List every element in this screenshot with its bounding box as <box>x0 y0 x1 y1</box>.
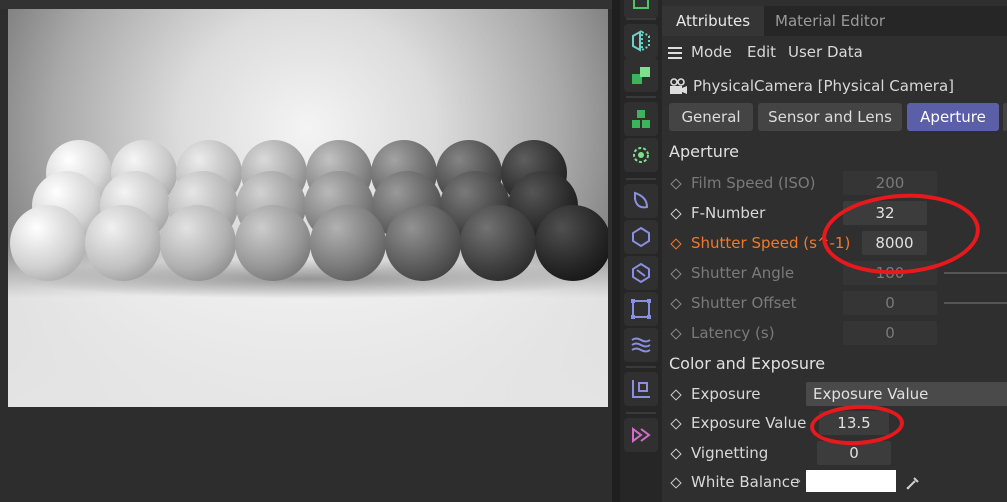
label-exposure-value: Exposure Value <box>691 414 807 432</box>
sphere <box>160 205 236 281</box>
page-buttons: General Sensor and Lens Aperture <box>662 103 1007 131</box>
white-balance-swatch[interactable] <box>806 470 896 492</box>
cube-green-icon[interactable] <box>624 58 658 92</box>
page-general[interactable]: General <box>669 103 753 131</box>
keyframe-diamond-icon[interactable] <box>670 178 682 190</box>
side-toolbar <box>620 0 662 502</box>
label-shutter-speed: Shutter Speed (s^-1) <box>691 234 851 252</box>
row-white-balance: White Balance › <box>662 468 1007 496</box>
toolbar-separator <box>626 178 656 180</box>
page-overflow[interactable] <box>1003 103 1007 131</box>
row-shutter-speed: Shutter Speed (s^-1) 8000 <box>662 229 1007 257</box>
object-name: PhysicalCamera [Physical Camera] <box>693 77 955 95</box>
tab-attributes[interactable]: Attributes <box>662 6 765 36</box>
sphere <box>535 205 608 281</box>
label-white-balance: White Balance <box>691 473 800 491</box>
viewport-area[interactable] <box>0 0 612 502</box>
menu-user-data[interactable]: User Data <box>788 38 863 66</box>
wave-icon[interactable] <box>624 328 658 362</box>
section-aperture: Aperture <box>669 142 740 161</box>
tab-material-editor[interactable]: Material Editor <box>761 6 899 36</box>
latency-field[interactable]: 0 <box>843 321 937 345</box>
spline-tool-icon[interactable] <box>624 418 658 452</box>
section-color-and-exposure: Color and Exposure <box>669 354 826 373</box>
keyframe-diamond-icon[interactable] <box>670 328 682 340</box>
label-film-speed: Film Speed (ISO) <box>691 174 816 192</box>
sphere <box>235 205 311 281</box>
sphere <box>310 205 386 281</box>
keyframe-diamond-icon[interactable] <box>670 448 682 460</box>
menu-edit[interactable]: Edit <box>747 38 776 66</box>
page-aperture[interactable]: Aperture <box>907 103 999 131</box>
axis-cube-icon[interactable] <box>624 372 658 406</box>
toolbar-separator <box>626 412 656 414</box>
row-exposure-value: Exposure Value 13.5 <box>662 409 1007 437</box>
chevron-right-icon[interactable]: › <box>796 468 801 496</box>
label-latency: Latency (s) <box>691 324 775 342</box>
keyframe-diamond-icon[interactable] <box>670 208 682 220</box>
label-vignetting: Vignetting <box>691 444 769 462</box>
row-exposure: Exposure Exposure Value <box>662 380 1007 408</box>
vignetting-field[interactable]: 0 <box>817 441 891 465</box>
keyframe-diamond-icon[interactable] <box>670 477 682 489</box>
panel-splitter[interactable] <box>612 0 620 502</box>
toolbar-top-button[interactable] <box>624 0 658 18</box>
row-film-speed: Film Speed (ISO) 200 <box>662 169 1007 197</box>
label-exposure: Exposure <box>691 385 761 403</box>
keyframe-diamond-icon[interactable] <box>670 298 682 310</box>
toolbar-separator <box>626 18 656 20</box>
menubar: Mode Edit User Data <box>662 38 1007 66</box>
f-number-field[interactable]: 32 <box>843 201 927 225</box>
label-shutter-offset: Shutter Offset <box>691 294 797 312</box>
object-header: PhysicalCamera [Physical Camera] <box>662 72 1007 100</box>
viewport-topbar <box>0 0 612 9</box>
sphere <box>85 205 161 281</box>
keyframe-diamond-icon[interactable] <box>670 389 682 401</box>
shutter-offset-slider[interactable] <box>944 302 1007 304</box>
row-f-number: F-Number 32 <box>662 199 1007 227</box>
toolbar-separator <box>626 96 656 98</box>
keyframe-diamond-icon[interactable] <box>670 418 682 430</box>
attributes-panel: Attributes Material Editor Mode Edit Use… <box>662 0 1007 502</box>
sphere <box>460 205 536 281</box>
symmetry-icon[interactable] <box>624 24 658 58</box>
menu-mode[interactable]: Mode <box>691 38 732 66</box>
cloner-icon[interactable] <box>624 102 658 136</box>
camera-icon <box>668 77 688 105</box>
sphere <box>10 205 86 281</box>
shutter-speed-field[interactable]: 8000 <box>862 231 927 255</box>
row-shutter-angle: Shutter Angle 180 <box>662 259 1007 287</box>
bend-icon[interactable] <box>624 220 658 254</box>
row-vignetting: Vignetting 0 <box>662 439 1007 467</box>
menu-icon[interactable] <box>668 38 682 66</box>
shutter-offset-field[interactable]: 0 <box>843 291 937 315</box>
sphere <box>385 205 461 281</box>
deformer-icon[interactable] <box>624 184 658 218</box>
eyedropper-icon[interactable] <box>905 472 921 500</box>
ffd-icon[interactable] <box>624 292 658 326</box>
exposure-dropdown[interactable]: Exposure Value <box>806 382 1007 406</box>
effector-icon[interactable] <box>624 138 658 172</box>
row-latency: Latency (s) 0 <box>662 319 1007 347</box>
twist-icon[interactable] <box>624 256 658 290</box>
keyframe-diamond-icon[interactable] <box>670 238 682 250</box>
toolbar-separator <box>626 366 656 368</box>
render-view[interactable] <box>8 9 608 407</box>
row-shutter-offset: Shutter Offset 0 <box>662 289 1007 317</box>
exposure-value-field[interactable]: 13.5 <box>819 411 889 435</box>
shutter-angle-slider[interactable] <box>944 272 1007 274</box>
panel-tabs: Attributes Material Editor <box>662 6 1007 36</box>
label-shutter-angle: Shutter Angle <box>691 264 795 282</box>
label-f-number: F-Number <box>691 204 766 222</box>
film-speed-field[interactable]: 200 <box>843 171 937 195</box>
shutter-angle-field[interactable]: 180 <box>843 261 937 285</box>
page-sensor-and-lens[interactable]: Sensor and Lens <box>758 103 902 131</box>
keyframe-diamond-icon[interactable] <box>670 268 682 280</box>
